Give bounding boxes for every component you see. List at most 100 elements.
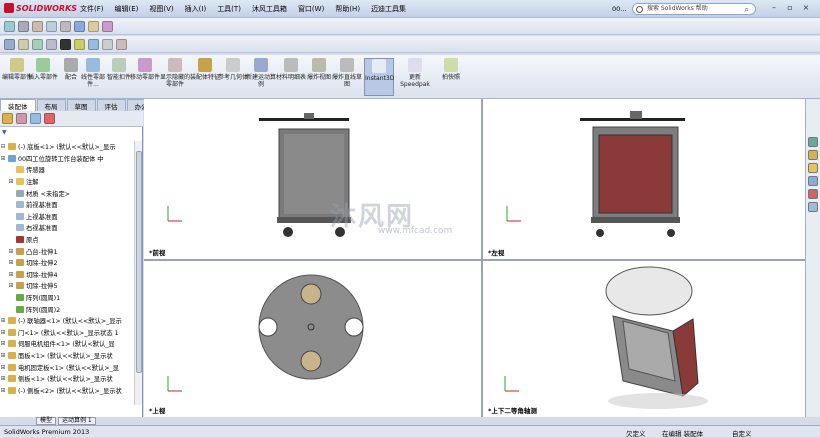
menu-mufeng[interactable]: 沐风工具箱 bbox=[252, 4, 287, 14]
take-snapshot-button[interactable]: 拍快照 bbox=[436, 58, 466, 81]
expand-toggle-icon[interactable]: ⊞ bbox=[0, 317, 6, 324]
zoom-icon[interactable] bbox=[4, 20, 15, 32]
search-icon[interactable]: ⌕ bbox=[745, 5, 749, 15]
move-component-button[interactable]: 移动零部件 bbox=[130, 58, 160, 81]
expand-toggle-icon[interactable]: ⊞ bbox=[8, 178, 14, 185]
menu-tools[interactable]: 工具(T) bbox=[217, 4, 241, 14]
view-top[interactable]: *上视 bbox=[144, 261, 481, 417]
maximize-button[interactable]: ▫ bbox=[784, 3, 796, 14]
config-manager-icon[interactable] bbox=[30, 113, 41, 124]
assembly-features-button[interactable]: 装配体特征 bbox=[190, 58, 220, 81]
tree-item[interactable]: 原点 bbox=[0, 234, 134, 246]
tree-item[interactable]: ⊞ 电机固定板<1> (默认<<默认>_显 bbox=[0, 361, 134, 373]
tree-item[interactable]: ⊞ 门<1> (默认<<默认>_显示状态 1 bbox=[0, 327, 134, 339]
minimize-button[interactable]: – bbox=[768, 3, 780, 14]
display-manager-icon[interactable] bbox=[44, 113, 55, 124]
resources-icon[interactable] bbox=[808, 137, 818, 147]
tab-model[interactable]: 模型 bbox=[36, 417, 57, 425]
tree-item[interactable]: ⊞ 面板<1> (默认<<默认>_显示状 bbox=[0, 350, 134, 362]
menu-edit[interactable]: 编辑(E) bbox=[115, 4, 139, 14]
tab-assembly[interactable]: 装配体 bbox=[0, 99, 36, 111]
custom-properties-icon[interactable] bbox=[808, 202, 818, 212]
rotate-icon[interactable] bbox=[32, 20, 43, 32]
tree-filter[interactable]: ▼ bbox=[2, 129, 140, 139]
circle-icon[interactable] bbox=[32, 38, 43, 50]
menu-maidi[interactable]: 迈迪工具集 bbox=[371, 4, 406, 14]
tree-item[interactable]: ⊞ 侧板<1> (默认<<默认>_显示状 bbox=[0, 373, 134, 385]
expand-toggle-icon[interactable]: ⊞ bbox=[0, 364, 6, 371]
expand-toggle-icon[interactable]: ⊞ bbox=[0, 340, 6, 347]
section-icon[interactable] bbox=[46, 20, 57, 32]
view-palette-icon[interactable] bbox=[808, 176, 818, 186]
tree-item[interactable]: ⊞ (-) 联轴器<1> (默认<<默认>_显示 bbox=[0, 315, 134, 327]
view-orient-icon[interactable] bbox=[74, 20, 85, 32]
fill-icon[interactable] bbox=[60, 38, 71, 50]
tree-item[interactable]: ⊞ 切除-拉伸4 bbox=[0, 269, 134, 281]
explode-line-sketch-button[interactable]: 爆炸直线草图 bbox=[332, 58, 362, 88]
tab-motion-study[interactable]: 运动算例 1 bbox=[58, 417, 96, 425]
exploded-view-button[interactable]: 爆炸视图 bbox=[304, 58, 334, 81]
tab-layout[interactable]: 布局 bbox=[36, 99, 66, 111]
expand-toggle-icon[interactable]: ⊞ bbox=[0, 387, 6, 394]
search-input[interactable]: 搜索 SolidWorks 帮助 ⌕ bbox=[632, 3, 756, 15]
hide-show-icon[interactable] bbox=[88, 20, 99, 32]
sketch-icon[interactable] bbox=[4, 38, 15, 50]
pan-icon[interactable] bbox=[18, 20, 29, 32]
dimension-icon[interactable] bbox=[74, 38, 85, 50]
display-style-icon[interactable] bbox=[60, 20, 71, 32]
expand-toggle-icon[interactable]: ⊞ bbox=[8, 259, 14, 266]
tree-item[interactable]: ⊟ (-) 底板<1> (默认<<默认>_显示 bbox=[0, 141, 134, 153]
insert-component-button[interactable]: 插入零部件 bbox=[28, 58, 58, 81]
expand-toggle-icon[interactable]: ⊞ bbox=[8, 248, 14, 255]
tree-item[interactable]: 传感器 bbox=[0, 164, 134, 176]
tree-item[interactable]: ⊞ 凸台-拉伸1 bbox=[0, 245, 134, 257]
tree-item[interactable]: ⊞ 00四工位旋转工作台装配体 中 bbox=[0, 153, 134, 165]
appearance-icon[interactable] bbox=[102, 20, 113, 32]
print-icon[interactable] bbox=[102, 38, 113, 50]
expand-toggle-icon[interactable]: ⊞ bbox=[0, 155, 6, 162]
update-speedpak-button[interactable]: 更新Speedpak bbox=[400, 58, 430, 88]
tab-sketch[interactable]: 草图 bbox=[66, 99, 96, 111]
options-icon[interactable] bbox=[116, 38, 127, 50]
tree-item[interactable]: 材质 <未指定> bbox=[0, 187, 134, 199]
tab-evaluate[interactable]: 评估 bbox=[96, 99, 126, 111]
arc-icon[interactable] bbox=[46, 38, 57, 50]
design-library-icon[interactable] bbox=[808, 150, 818, 160]
scrollbar-thumb[interactable] bbox=[136, 151, 142, 373]
menu-window[interactable]: 窗口(W) bbox=[298, 4, 324, 14]
graphics-area[interactable]: ⌕⌕✎◎▣◐◉▾ *前视 *左视 bbox=[144, 99, 805, 417]
tree-item[interactable]: ⊞ 切除-拉伸2 bbox=[0, 257, 134, 269]
line-icon[interactable] bbox=[18, 38, 29, 50]
view-isometric[interactable]: *上下二等角轴测 bbox=[483, 261, 805, 417]
tree-item[interactable]: 前视基准面 bbox=[0, 199, 134, 211]
feature-tree-icon[interactable] bbox=[2, 113, 13, 124]
tree-item[interactable]: ⊞ 切除-拉伸5 bbox=[0, 280, 134, 292]
viewport-splitter-h[interactable] bbox=[144, 259, 805, 261]
menu-view[interactable]: 视图(V) bbox=[149, 4, 173, 14]
menu-insert[interactable]: 插入(I) bbox=[185, 4, 207, 14]
new-motion-study-button[interactable]: 新建运动算例 bbox=[246, 58, 276, 88]
menu-help[interactable]: 帮助(H) bbox=[335, 4, 360, 14]
expand-toggle-icon[interactable]: ⊞ bbox=[8, 282, 14, 289]
property-manager-icon[interactable] bbox=[16, 113, 27, 124]
tree-item[interactable]: 右视基准面 bbox=[0, 222, 134, 234]
file-explorer-icon[interactable] bbox=[808, 163, 818, 173]
tree-item[interactable]: ⊞ 注解 bbox=[0, 176, 134, 188]
tree-item[interactable]: ⊞ 伺服电机组件<1> (默认<默认_显 bbox=[0, 338, 134, 350]
close-button[interactable]: × bbox=[800, 3, 812, 14]
expand-toggle-icon[interactable]: ⊞ bbox=[0, 352, 6, 359]
show-hidden-button[interactable]: 显示隐藏的零部件 bbox=[160, 58, 190, 88]
menu-file[interactable]: 文件(F) bbox=[80, 4, 104, 14]
expand-toggle-icon[interactable]: ⊞ bbox=[0, 329, 6, 336]
tree-item[interactable]: ⊞ (-) 侧板<2> (默认<<默认>_显示状 bbox=[0, 384, 134, 396]
expand-toggle-icon[interactable]: ⊞ bbox=[0, 375, 6, 382]
view-left[interactable]: *左视 bbox=[483, 99, 805, 259]
tree-item[interactable]: 上视基准面 bbox=[0, 211, 134, 223]
tree-scrollbar[interactable] bbox=[134, 141, 142, 405]
viewport-splitter-v[interactable] bbox=[481, 99, 483, 417]
expand-toggle-icon[interactable]: ⊟ bbox=[0, 143, 6, 150]
tree-item[interactable]: 阵列(圆周)2 bbox=[0, 303, 134, 315]
reference-geometry-button[interactable]: 参考几何体 bbox=[218, 58, 248, 81]
bom-button[interactable]: 材料明细表 bbox=[276, 58, 306, 81]
appearances-icon[interactable] bbox=[808, 189, 818, 199]
